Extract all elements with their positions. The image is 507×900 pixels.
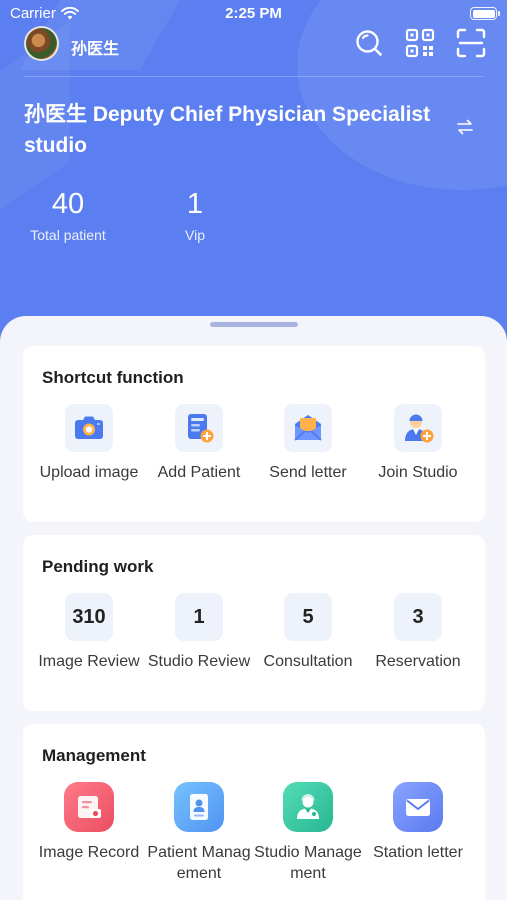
envelope-icon (294, 415, 322, 441)
management-image-record[interactable]: Image Record (34, 782, 144, 863)
battery-icon (470, 7, 500, 20)
pending-count: 310 (72, 605, 106, 628)
shortcut-label: Upload image (39, 464, 139, 481)
management-patient[interactable]: Patient Management (144, 782, 254, 884)
content-sheet: Shortcut function Upload image Add Patie… (0, 316, 507, 900)
pending-image-review[interactable]: 310 Image Review (34, 593, 144, 672)
pending-title: Pending work (42, 557, 154, 576)
image-record-icon (78, 796, 101, 818)
top-bar: 孙医生 (0, 24, 507, 64)
pending-label: Consultation (263, 653, 353, 670)
management-title: Management (42, 746, 146, 765)
switch-studio-icon[interactable] (456, 118, 474, 136)
avatar[interactable] (24, 26, 59, 61)
stat-label: Vip (185, 227, 205, 243)
shortcut-title: Shortcut function (42, 368, 184, 387)
stat-value: 40 (51, 188, 85, 220)
shortcut-add-patient[interactable]: Add Patient (144, 404, 254, 483)
stat-total-patient[interactable]: 40 Total patient (18, 186, 118, 243)
patient-card-icon (190, 794, 208, 820)
shortcut-join-studio[interactable]: Join Studio (363, 404, 473, 483)
add-patient-icon (188, 414, 214, 443)
pending-reservation[interactable]: 3 Reservation (363, 593, 473, 672)
header-divider (24, 76, 484, 77)
pending-label: Image Review (38, 653, 140, 670)
join-studio-icon (405, 414, 434, 443)
pending-label: Reservation (375, 653, 461, 670)
shortcut-card: Shortcut function Upload image Add Patie… (23, 346, 485, 522)
management-label: Image Record (38, 844, 140, 861)
management-label: Patient Management (147, 844, 251, 882)
stat-vip[interactable]: 1 Vip (170, 186, 220, 243)
mail-icon (406, 799, 430, 816)
clock: 2:25 PM (225, 5, 282, 22)
management-station-letter[interactable]: Station letter (363, 782, 473, 863)
shortcut-upload-image[interactable]: Upload image (34, 404, 144, 483)
scan-icon[interactable] (456, 28, 486, 58)
shortcut-send-letter[interactable]: Send letter (253, 404, 363, 483)
stat-label: Total patient (30, 227, 106, 243)
header-banner: Carrier 2:25 PM 孙医生 孙医生 Deputy Chief Phy… (0, 0, 507, 360)
management-label: Studio Management (254, 844, 362, 882)
pending-count: 1 (193, 605, 205, 628)
management-label: Station letter (373, 844, 463, 861)
shortcut-label: Send letter (269, 464, 347, 481)
studio-doctor-icon (297, 794, 319, 819)
sheet-handle[interactable] (210, 322, 298, 327)
pending-card: Pending work 310 Image Review 1 Studio R… (23, 535, 485, 711)
pending-count: 3 (412, 605, 424, 628)
user-name: 孙医生 (71, 41, 120, 58)
pending-count: 5 (302, 605, 314, 628)
shortcut-label: Add Patient (157, 464, 241, 481)
camera-icon (75, 416, 103, 439)
pending-studio-review[interactable]: 1 Studio Review (144, 593, 254, 672)
pending-consultation[interactable]: 5 Consultation (253, 593, 363, 672)
pending-label: Studio Review (147, 653, 251, 670)
management-studio[interactable]: Studio Management (253, 782, 363, 884)
qr-code-icon[interactable] (405, 28, 435, 58)
search-icon[interactable] (354, 28, 384, 58)
studio-title: 孙医生 Deputy Chief Physician Specialist st… (24, 103, 431, 157)
stat-value: 1 (186, 188, 204, 220)
management-card: Management Image Record Patient Manageme… (23, 724, 485, 900)
shortcut-label: Join Studio (378, 464, 458, 481)
